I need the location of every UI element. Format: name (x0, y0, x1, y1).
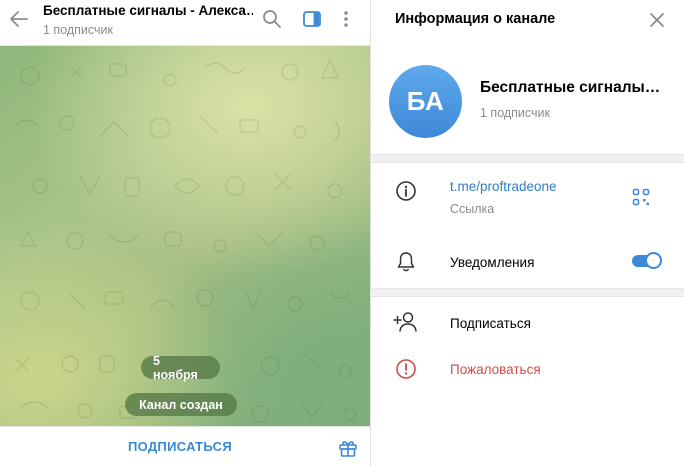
subscribe-action[interactable]: Подписаться (450, 316, 531, 331)
toggle-knob (645, 252, 662, 269)
search-icon (263, 10, 281, 28)
gift-button[interactable] (338, 438, 358, 458)
back-button[interactable] (6, 8, 32, 30)
channel-info-panel: Информация о канале БА Бесплатные сигнал… (371, 0, 684, 466)
channel-avatar[interactable]: БА (389, 65, 462, 138)
section-separator (371, 154, 684, 163)
sidebar-toggle-icon (303, 11, 321, 27)
notifications-toggle[interactable] (630, 251, 663, 271)
section-separator (371, 288, 684, 297)
chat-footer: ПОДПИСАТЬСЯ (0, 426, 370, 466)
chat-subscriber-count: 1 подписчик (43, 23, 113, 37)
bell-icon (397, 252, 415, 272)
more-vertical-icon (344, 11, 348, 27)
channel-subscriber-count: 1 подписчик (480, 106, 550, 120)
notifications-label: Уведомления (450, 255, 535, 270)
report-icon (396, 359, 416, 379)
date-badge: 5 ноября (141, 354, 220, 382)
chat-pane: Бесплатные сигналы - Алекса… 1 подписчик (0, 0, 370, 466)
channel-link[interactable]: t.me/proftradeone (450, 179, 557, 194)
channel-name: Бесплатные сигналы… (480, 79, 661, 96)
qr-code-button[interactable] (632, 188, 650, 206)
qr-code-icon (632, 188, 650, 206)
search-button[interactable] (262, 9, 282, 29)
info-icon (396, 181, 416, 201)
chat-header: Бесплатные сигналы - Алекса… 1 подписчик (0, 0, 370, 46)
subscribe-button[interactable]: ПОДПИСАТЬСЯ (110, 439, 250, 454)
service-message: Канал создан (125, 393, 237, 416)
close-icon (650, 13, 664, 27)
more-options-button[interactable] (338, 9, 354, 29)
add-user-icon (393, 312, 417, 332)
close-button[interactable] (647, 10, 667, 30)
gift-icon (339, 441, 357, 457)
toggle-side-panel-button[interactable] (302, 9, 322, 29)
report-action[interactable]: Пожаловаться (450, 362, 541, 377)
chat-background: 5 ноября Канал создан (0, 46, 370, 426)
arrow-left-icon (10, 11, 28, 27)
link-caption: Ссылка (450, 202, 495, 216)
panel-title: Информация о канале (395, 11, 556, 27)
chat-title[interactable]: Бесплатные сигналы - Алекса… (43, 3, 253, 18)
